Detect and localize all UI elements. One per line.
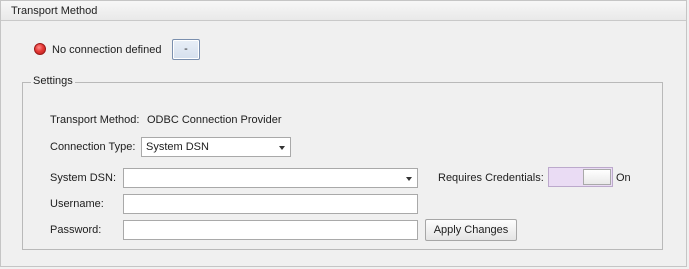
requires-credentials-label: Requires Credentials: — [438, 172, 544, 184]
transport-method-panel: Transport Method No connection defined -… — [0, 0, 687, 267]
connection-action-button[interactable]: - — [172, 39, 200, 60]
toggle-thumb[interactable] — [583, 169, 611, 185]
transport-method-value: ODBC Connection Provider — [147, 114, 282, 126]
requires-credentials-toggle[interactable] — [548, 167, 613, 187]
panel-header: Transport Method — [1, 1, 686, 21]
requires-credentials-state: On — [616, 172, 631, 184]
connection-status-icon — [34, 43, 46, 55]
connection-status-text: No connection defined — [52, 44, 162, 56]
panel-title: Transport Method — [11, 5, 98, 17]
username-field[interactable] — [123, 194, 418, 214]
connection-type-label: Connection Type: — [50, 141, 136, 153]
chevron-down-icon — [406, 177, 412, 181]
connection-type-selected: System DSN — [146, 141, 209, 153]
username-label: Username: — [50, 198, 104, 210]
connection-type-select[interactable]: System DSN — [141, 137, 291, 157]
apply-changes-button[interactable]: Apply Changes — [425, 219, 517, 241]
settings-legend: Settings — [31, 75, 75, 87]
chevron-down-icon — [279, 146, 285, 150]
system-dsn-label: System DSN: — [50, 172, 117, 184]
password-field[interactable] — [123, 220, 418, 240]
password-label: Password: — [50, 224, 102, 236]
transport-method-label: Transport Method: — [50, 114, 140, 126]
system-dsn-select[interactable] — [123, 168, 418, 188]
